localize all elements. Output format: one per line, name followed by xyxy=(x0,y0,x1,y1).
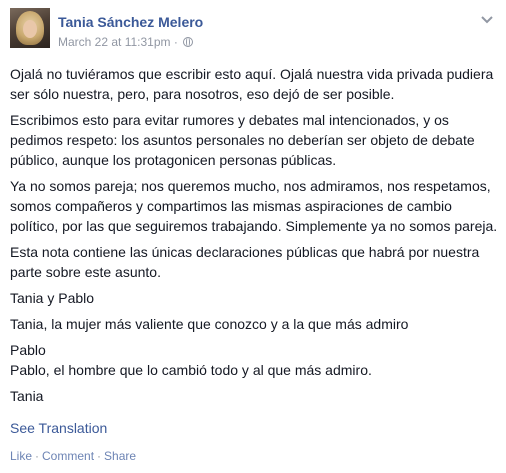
avatar[interactable] xyxy=(10,8,50,48)
tania-dedication: Tania, la mujer más valiente que conozco… xyxy=(10,316,409,332)
signature-line: Tania y Pablo xyxy=(10,290,95,306)
post-body: Ojalá no tuviéramos que escribir esto aq… xyxy=(10,64,498,412)
action-separator: · xyxy=(97,449,102,463)
paragraph-1: Ojalá no tuviéramos que escribir esto aq… xyxy=(10,66,494,102)
like-link[interactable]: Like xyxy=(10,449,32,463)
see-translation-link[interactable]: See Translation xyxy=(10,420,107,436)
tania-label: Tania xyxy=(10,388,44,404)
paragraph-3: Ya no somos pareja; nos queremos mucho, … xyxy=(10,178,498,234)
pablo-dedication: Pablo, el hombre que lo cambió todo y al… xyxy=(10,362,372,378)
post-header: Tania Sánchez Melero March 22 at 11:31pm… xyxy=(10,8,500,56)
globe-icon[interactable] xyxy=(183,37,194,47)
paragraph-2: Escribimos esto para evitar rumores y de… xyxy=(10,112,475,168)
comment-link[interactable]: Comment xyxy=(42,449,94,463)
pablo-label: Pablo xyxy=(10,342,46,358)
chevron-down-icon[interactable] xyxy=(480,14,494,26)
post-actions: Like · Comment · Share xyxy=(10,449,136,463)
post-meta: March 22 at 11:31pm · xyxy=(58,35,194,49)
share-link[interactable]: Share xyxy=(104,449,136,463)
post-card: Tania Sánchez Melero March 22 at 11:31pm… xyxy=(0,0,506,473)
post-timestamp[interactable]: March 22 at 11:31pm xyxy=(58,35,171,49)
meta-separator: · xyxy=(173,35,178,49)
action-separator: · xyxy=(35,449,40,463)
author-name[interactable]: Tania Sánchez Melero xyxy=(58,14,203,30)
avatar-face xyxy=(23,20,37,38)
paragraph-4: Esta nota contiene las únicas declaracio… xyxy=(10,244,480,280)
